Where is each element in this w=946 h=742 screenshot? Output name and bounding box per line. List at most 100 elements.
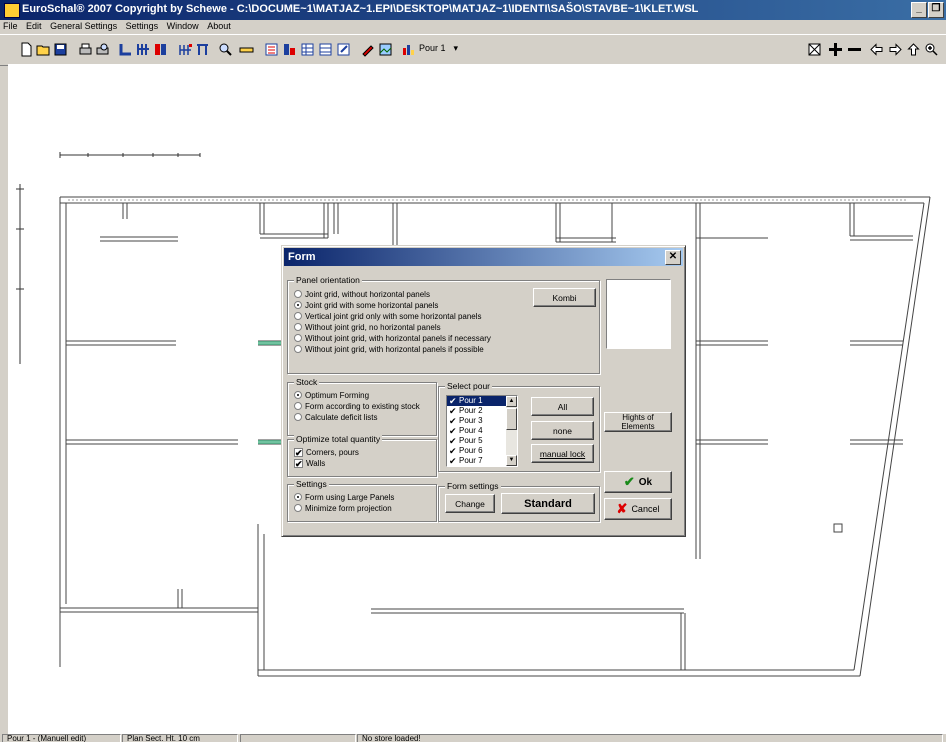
option-label: Joint grid, without horizontal panels — [305, 289, 430, 299]
radio-icon — [294, 323, 302, 331]
menu-bar: File Edit General Settings Settings Wind… — [0, 20, 946, 34]
orientation-option-6[interactable]: Without joint grid, with horizontal pane… — [294, 344, 484, 354]
app-icon — [4, 3, 20, 18]
new-file-icon[interactable] — [19, 42, 34, 57]
menu-about[interactable]: About — [204, 20, 234, 31]
stock-option-existing[interactable]: Form according to existing stock — [294, 401, 420, 411]
change-button[interactable]: Change — [445, 494, 495, 513]
checkbox-label: Corners, pours — [306, 447, 359, 457]
settings-option-large-panels[interactable]: Form using Large Panels — [294, 492, 394, 502]
radio-icon — [294, 504, 302, 512]
grid-panel-icon[interactable] — [136, 42, 151, 57]
menu-edit[interactable]: Edit — [23, 20, 45, 31]
search-icon[interactable] — [218, 42, 233, 57]
pour-label: Pour 3 — [459, 416, 483, 425]
print-preview-icon[interactable] — [95, 42, 110, 57]
kombi-button[interactable]: Kombi — [533, 288, 596, 307]
panel-list-icon[interactable] — [264, 42, 279, 57]
option-label: Calculate deficit lists — [305, 412, 378, 422]
status-empty — [240, 734, 356, 742]
optimize-group: Optimize total quantity ✔ Corners, pours … — [287, 434, 437, 477]
close-icon[interactable]: ✕ — [665, 250, 681, 265]
optimize-walls-checkbox[interactable]: ✔ Walls — [294, 458, 325, 468]
arrow-right-icon[interactable] — [888, 42, 903, 57]
minimize-button[interactable]: _ — [911, 2, 927, 18]
pour-select[interactable]: Pour 1 ▾ — [419, 43, 469, 56]
select-pour-legend: Select pour — [445, 381, 492, 391]
frame-icon[interactable] — [195, 42, 210, 57]
hights-of-elements-button[interactable]: Hights of Elements — [604, 412, 672, 432]
pour-list-scrollbar[interactable]: ▲ ▼ — [506, 396, 517, 466]
table2-icon[interactable] — [318, 42, 333, 57]
save-icon[interactable] — [53, 42, 68, 57]
check-icon: ✔ — [449, 426, 457, 436]
menu-file[interactable]: File — [0, 20, 21, 31]
stock-option-optimum[interactable]: Optimum Forming — [294, 390, 369, 400]
arrow-left-icon[interactable] — [869, 42, 884, 57]
option-label: Without joint grid, no horizontal panels — [305, 322, 441, 332]
check-icon: ✔ — [449, 446, 457, 456]
scroll-up-icon[interactable]: ▲ — [506, 396, 517, 407]
manual-lock-button[interactable]: manual lock — [531, 444, 594, 463]
menu-window[interactable]: Window — [164, 20, 202, 31]
measure-icon[interactable] — [239, 42, 254, 57]
menu-general-settings[interactable]: General Settings — [47, 20, 120, 31]
pan-icon[interactable] — [828, 42, 843, 57]
stock-option-deficit[interactable]: Calculate deficit lists — [294, 412, 377, 422]
scroll-down-icon[interactable]: ▼ — [506, 455, 517, 466]
checkbox-checked-icon: ✔ — [294, 458, 303, 469]
panel-stack-icon[interactable] — [282, 42, 297, 57]
checkbox-label: Walls — [306, 458, 326, 468]
chart-icon[interactable] — [401, 42, 416, 57]
fit-view-icon[interactable] — [807, 42, 822, 57]
arrow-up-icon[interactable] — [906, 42, 921, 57]
menu-settings[interactable]: Settings — [123, 20, 162, 31]
orientation-option-2[interactable]: Joint grid with some horizontal panels — [294, 300, 438, 310]
settings-option-minimize[interactable]: Minimize form projection — [294, 503, 392, 513]
toolbar: Pour 1 ▾ — [0, 34, 946, 66]
form-settings-group: Form settings Change Standard — [438, 481, 600, 522]
radio-icon — [294, 312, 302, 320]
export-icon[interactable] — [336, 42, 351, 57]
image-icon[interactable] — [378, 42, 393, 57]
window-title-bar[interactable]: EuroSchal® 2007 Copyright by Schewe - C:… — [0, 0, 946, 20]
optimize-legend: Optimize total quantity — [294, 434, 383, 444]
option-label: Without joint grid, with horizontal pane… — [305, 344, 484, 354]
orientation-option-1[interactable]: Joint grid, without horizontal panels — [294, 289, 430, 299]
paint-icon[interactable] — [360, 42, 375, 57]
pour-list[interactable]: ✔ Pour 1 ✔ Pour 2 ✔ Pour 3 ✔ Pour 4 ✔ Pour 5 … — [446, 395, 518, 467]
print-icon[interactable] — [78, 42, 93, 57]
orientation-option-3[interactable]: Vertical joint grid only with some horiz… — [294, 311, 482, 321]
restore-button[interactable]: ❐ — [928, 2, 944, 18]
radio-icon — [294, 290, 302, 298]
cancel-button[interactable]: ✘ Cancel — [604, 498, 672, 520]
select-pour-group: Select pour ✔ Pour 1 ✔ Pour 2 ✔ Pour 3 ✔ Pou… — [438, 381, 600, 472]
select-all-button[interactable]: All — [531, 397, 594, 416]
check-icon: ✔ — [449, 396, 457, 406]
open-folder-icon[interactable] — [36, 42, 51, 57]
optimize-corners-checkbox[interactable]: ✔ Corners, pours — [294, 447, 359, 457]
pour-label: Pour 1 — [459, 396, 483, 405]
stock-legend: Stock — [294, 377, 320, 387]
panel-orientation-legend: Panel orientation — [294, 275, 362, 285]
panel-color-icon[interactable] — [153, 42, 168, 57]
horizontal-line-icon[interactable] — [847, 42, 862, 57]
option-label: Vertical joint grid only with some horiz… — [305, 311, 482, 321]
pour-select-value: Pour 1 — [419, 43, 446, 53]
option-label: Form using Large Panels — [305, 492, 395, 502]
standard-form-setting-button[interactable]: Standard — [501, 493, 595, 514]
dialog-title-bar[interactable]: Form ✕ — [284, 248, 683, 266]
panel-set-icon[interactable] — [178, 42, 193, 57]
option-label: Minimize form projection — [305, 503, 392, 513]
radio-icon — [294, 402, 302, 410]
orientation-option-5[interactable]: Without joint grid, with horizontal pane… — [294, 333, 491, 343]
orientation-option-4[interactable]: Without joint grid, no horizontal panels — [294, 322, 441, 332]
scroll-thumb[interactable] — [506, 408, 517, 430]
status-bar: Pour 1 - (Manuell edit) Plan Sect. Ht. 1… — [0, 734, 946, 742]
select-none-button[interactable]: none — [531, 421, 594, 440]
corner-icon[interactable] — [118, 42, 133, 57]
ok-button[interactable]: ✔ Ok — [604, 471, 672, 493]
table-icon[interactable] — [300, 42, 315, 57]
pour-label: Pour 2 — [459, 406, 483, 415]
zoom-icon[interactable] — [924, 42, 939, 57]
